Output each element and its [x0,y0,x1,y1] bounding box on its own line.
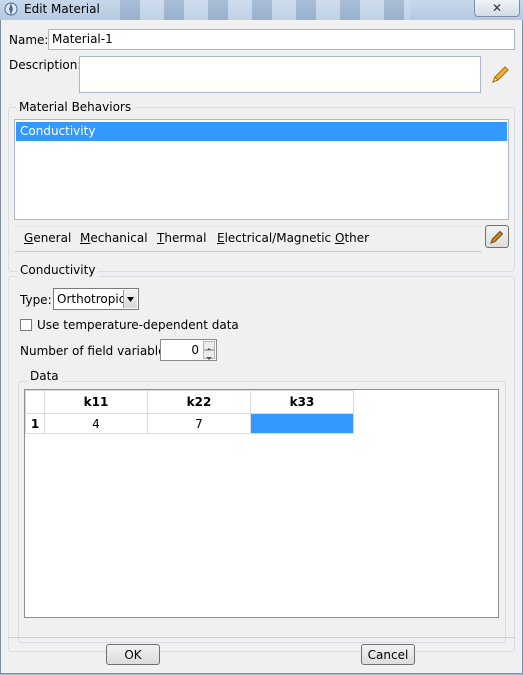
field-variables-spinbox[interactable]: 0 [160,339,217,361]
titlebar-background [120,0,410,20]
window-title: Edit Material [24,2,100,16]
conductivity-title: Conductivity [17,263,99,277]
table-header-row: k11 k22 k33 [25,390,354,414]
data-table-area[interactable]: k11 k22 k33 1 4 7 [24,389,499,618]
temperature-checkbox-label: Use temperature-dependent data [37,318,239,332]
spin-down-icon[interactable] [203,350,215,360]
type-select[interactable]: Orthotropic [53,288,139,310]
close-button[interactable]: ✕ [474,0,520,17]
temperature-checkbox[interactable] [20,319,32,331]
name-input-value: Material-1 [52,32,113,46]
menu-general[interactable]: General [24,231,71,245]
edit-material-dialog: Name: Material-1 Description: Material B… [0,20,523,674]
edit-behavior-button[interactable] [485,225,509,248]
column-header-k33[interactable]: k33 [250,390,354,414]
list-item[interactable]: Conductivity [16,122,507,141]
description-input[interactable] [79,56,481,93]
menu-other[interactable]: Other [335,231,369,245]
table-row: 1 4 7 [25,413,354,434]
table-corner [25,390,45,414]
spin-up-icon[interactable] [203,341,215,351]
data-table[interactable]: k11 k22 k33 1 4 7 [25,390,354,434]
menu-electrical-magnetic[interactable]: Electrical/Magnetic [217,231,331,245]
chevron-down-icon[interactable] [123,290,137,308]
name-input[interactable]: Material-1 [48,29,515,50]
list-item-label: Conductivity [20,124,96,138]
pencil-icon[interactable] [489,64,511,86]
table-cell-k33[interactable] [250,413,354,434]
pencil-icon [490,230,504,244]
close-icon: ✕ [491,1,503,15]
ok-button[interactable]: OK [106,644,160,665]
column-header-k11[interactable]: k11 [44,390,148,414]
description-label: Description: [9,58,82,72]
column-header-k22[interactable]: k22 [147,390,251,414]
field-variables-value: 0 [191,343,199,357]
table-cell-k11[interactable]: 4 [44,413,148,434]
type-select-value: Orthotropic [57,292,126,306]
name-label: Name: [9,33,49,47]
behaviors-list[interactable]: Conductivity [14,119,509,220]
app-icon [4,2,18,16]
type-label: Type: [20,293,52,307]
title-bar: Edit Material ✕ [0,0,523,20]
row-header[interactable]: 1 [25,413,45,434]
table-cell-k22[interactable]: 7 [147,413,251,434]
menu-mechanical[interactable]: Mechanical [80,231,148,245]
field-variables-label: Number of field variables: [20,344,176,358]
material-behaviors-title: Material Behaviors [16,100,135,114]
cancel-button[interactable]: Cancel [361,644,415,665]
data-title: Data [27,369,62,383]
footer-divider [8,637,515,638]
menu-thermal[interactable]: Thermal [157,231,206,245]
